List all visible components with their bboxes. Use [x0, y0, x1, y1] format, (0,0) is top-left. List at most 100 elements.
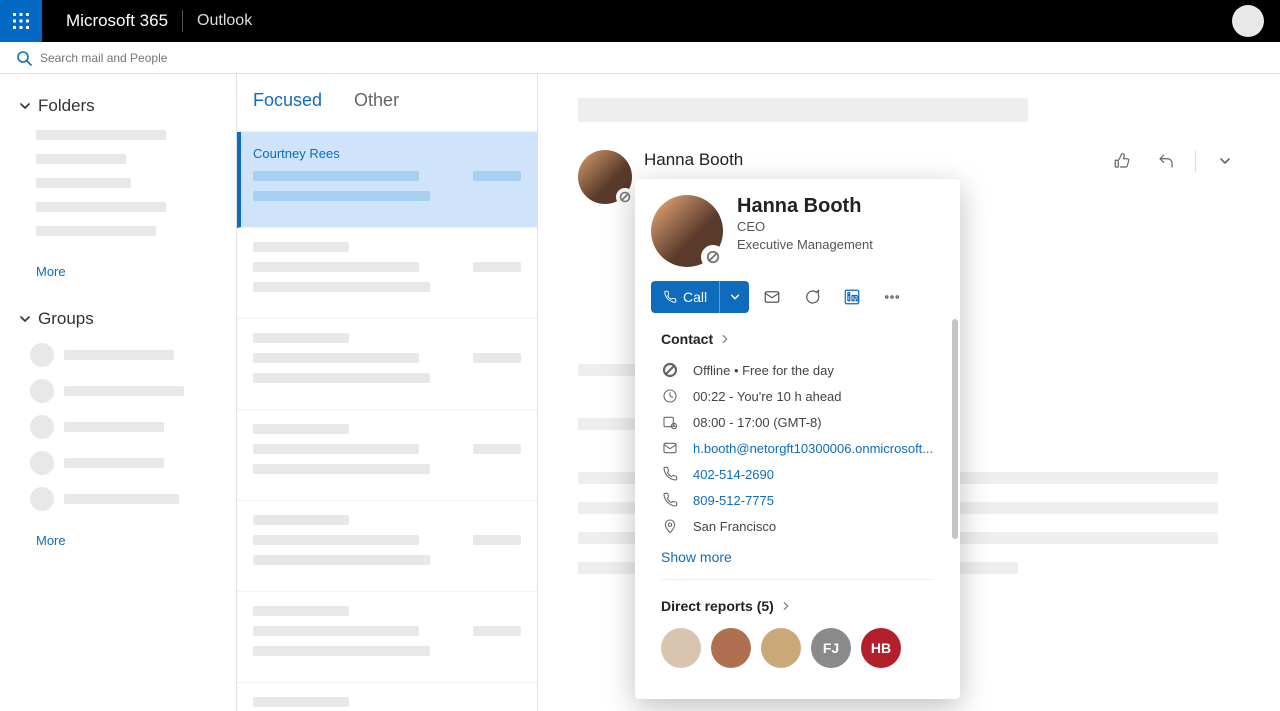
search-input[interactable] — [40, 51, 240, 65]
more-folders-link[interactable]: More — [36, 264, 236, 279]
message-item[interactable] — [237, 683, 537, 711]
location-text: San Francisco — [693, 519, 776, 534]
message-item[interactable] — [237, 410, 537, 501]
email-link[interactable]: h.booth@netorgft10300006.onmicrosoft... — [693, 441, 933, 456]
chat-button[interactable] — [795, 281, 829, 313]
reply-icon — [1157, 152, 1175, 170]
reports-section-header[interactable]: Direct reports (5) — [635, 594, 960, 624]
group-item[interactable] — [30, 343, 236, 367]
contact-card: Hanna Booth CEO Executive Management Cal… — [635, 179, 960, 699]
sender-avatar[interactable] — [578, 150, 632, 204]
group-item[interactable] — [30, 415, 236, 439]
message-actions — [1107, 146, 1240, 176]
group-item[interactable] — [30, 379, 236, 403]
report-avatar[interactable]: HB — [861, 628, 901, 668]
chevron-down-icon — [1218, 154, 1232, 168]
sender-name[interactable]: Hanna Booth — [644, 150, 743, 170]
contact-department: Executive Management — [737, 236, 873, 254]
more-groups-link[interactable]: More — [36, 533, 236, 548]
call-button[interactable]: Call — [651, 281, 719, 313]
app-header: Microsoft 365 Outlook — [0, 0, 1280, 42]
call-split-button: Call — [651, 281, 749, 313]
section-label: Groups — [38, 309, 94, 329]
presence-offline-icon — [616, 188, 634, 206]
status-text: Offline • Free for the day — [693, 363, 834, 378]
app-name[interactable]: Outlook — [197, 12, 252, 30]
search-icon — [16, 50, 32, 66]
divider — [182, 10, 183, 32]
subject-placeholder — [578, 98, 1028, 122]
call-dropdown-button[interactable] — [719, 281, 749, 313]
thumbs-up-icon — [1113, 152, 1131, 170]
group-item[interactable] — [30, 487, 236, 511]
contact-actions: Call — [635, 267, 960, 327]
phone-link[interactable]: 402-514-2690 — [693, 467, 774, 482]
divider — [1195, 150, 1196, 172]
waffle-icon — [12, 12, 30, 30]
workhours-row: 08:00 - 17:00 (GMT-8) — [635, 409, 960, 435]
report-avatar[interactable] — [761, 628, 801, 668]
message-item[interactable] — [237, 501, 537, 592]
presence-offline-icon — [701, 245, 725, 269]
folder-item[interactable] — [36, 130, 166, 140]
section-label: Folders — [38, 96, 95, 116]
calendar-clock-icon — [662, 414, 678, 430]
contact-section-header[interactable]: Contact — [635, 327, 960, 357]
localtime-text: 00:22 - You're 10 h ahead — [693, 389, 842, 404]
tab-focused[interactable]: Focused — [253, 90, 322, 115]
tab-other[interactable]: Other — [354, 90, 399, 115]
contact-avatar — [651, 195, 723, 267]
folder-item[interactable] — [36, 154, 126, 164]
message-item[interactable]: Courtney Rees — [237, 132, 537, 228]
chevron-down-icon — [18, 312, 32, 326]
chevron-right-icon — [780, 600, 792, 612]
app-launcher-button[interactable] — [0, 0, 42, 42]
chevron-right-icon — [719, 333, 731, 345]
direct-reports-list: FJ HB — [635, 624, 960, 686]
group-item[interactable] — [30, 451, 236, 475]
reply-button[interactable] — [1151, 146, 1181, 176]
section-label: Contact — [661, 331, 713, 347]
account-avatar[interactable] — [1232, 5, 1264, 37]
linkedin-button[interactable] — [835, 281, 869, 313]
clock-icon — [662, 388, 678, 404]
groups-header[interactable]: Groups — [18, 309, 236, 329]
message-list: Focused Other Courtney Rees — [237, 74, 538, 711]
show-more-link[interactable]: Show more — [635, 539, 960, 579]
status-row: Offline • Free for the day — [635, 357, 960, 383]
phone-icon — [662, 466, 678, 482]
phone-icon — [663, 290, 677, 304]
email-row[interactable]: h.booth@netorgft10300006.onmicrosoft... — [635, 435, 960, 461]
more-actions-button[interactable] — [1210, 146, 1240, 176]
section-label: Direct reports (5) — [661, 598, 774, 614]
report-avatar[interactable] — [661, 628, 701, 668]
folders-header[interactable]: Folders — [18, 96, 236, 116]
send-mail-button[interactable] — [755, 281, 789, 313]
mail-icon — [662, 440, 678, 456]
chat-icon — [803, 288, 821, 306]
scrollbar[interactable] — [952, 319, 958, 539]
message-from: Courtney Rees — [253, 146, 521, 161]
more-icon — [883, 288, 901, 306]
brand-name[interactable]: Microsoft 365 — [66, 11, 168, 31]
report-avatar[interactable] — [711, 628, 751, 668]
overflow-button[interactable] — [875, 281, 909, 313]
folder-item[interactable] — [36, 178, 131, 188]
workhours-text: 08:00 - 17:00 (GMT-8) — [693, 415, 822, 430]
divider — [661, 579, 934, 580]
phone-row[interactable]: 809-512-7775 — [635, 487, 960, 513]
message-item[interactable] — [237, 592, 537, 683]
message-item[interactable] — [237, 319, 537, 410]
folder-item[interactable] — [36, 202, 166, 212]
report-avatar[interactable]: FJ — [811, 628, 851, 668]
presence-offline-icon — [662, 362, 678, 378]
message-item[interactable] — [237, 228, 537, 319]
localtime-row: 00:22 - You're 10 h ahead — [635, 383, 960, 409]
location-row: San Francisco — [635, 513, 960, 539]
inbox-tabs: Focused Other — [237, 74, 537, 132]
phone-link[interactable]: 809-512-7775 — [693, 493, 774, 508]
folder-item[interactable] — [36, 226, 156, 236]
like-button[interactable] — [1107, 146, 1137, 176]
phone-row[interactable]: 402-514-2690 — [635, 461, 960, 487]
chevron-down-icon — [729, 291, 741, 303]
